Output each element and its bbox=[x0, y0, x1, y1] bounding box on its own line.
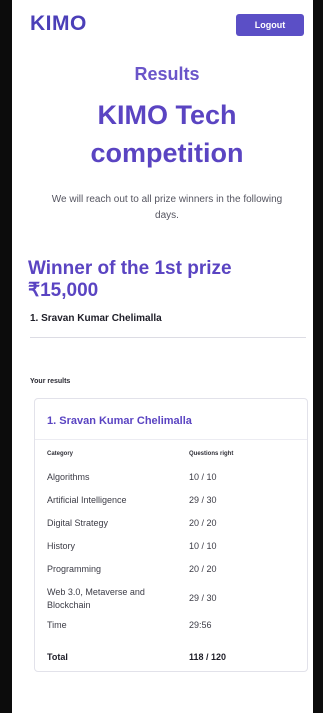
column-header-questions: Questions right bbox=[189, 451, 234, 457]
row-category: Digital Strategy bbox=[47, 518, 109, 528]
card-divider bbox=[35, 439, 307, 440]
row-value: 20 / 20 bbox=[189, 564, 217, 574]
page-title-line-1: KIMO Tech bbox=[97, 100, 237, 130]
prize-amount: ₹15,000 bbox=[28, 280, 99, 301]
row-value: 10 / 10 bbox=[189, 472, 217, 482]
results-card: 1. Sravan Kumar Chelimalla Category Ques… bbox=[34, 398, 308, 672]
row-value: 29 / 30 bbox=[189, 495, 217, 505]
top-bar: KIMO Logout bbox=[30, 10, 304, 38]
row-value: 10 / 10 bbox=[189, 541, 217, 551]
section-divider bbox=[30, 337, 306, 338]
page-content: KIMO Logout Results KIMO Tech competitio… bbox=[22, 0, 312, 713]
prize-heading: Winner of the 1st prize ₹15,000 bbox=[28, 258, 308, 302]
your-results-label: Your results bbox=[30, 378, 71, 385]
row-category: Algorithms bbox=[47, 472, 90, 482]
screen-frame: KIMO Logout Results KIMO Tech competitio… bbox=[0, 0, 323, 713]
row-category: Programming bbox=[47, 564, 102, 574]
total-label: Total bbox=[47, 652, 68, 662]
page-title-line-2: competition bbox=[90, 138, 244, 168]
row-value: 29:56 bbox=[189, 620, 212, 630]
prize-heading-title: Winner of the 1st prize bbox=[28, 258, 232, 279]
row-category: Time bbox=[47, 620, 67, 630]
device-edge-left bbox=[0, 0, 12, 713]
results-label: Results bbox=[134, 64, 200, 84]
device-edge-right bbox=[313, 0, 323, 713]
page-title: KIMO Tech competition bbox=[22, 96, 312, 172]
row-category: Web 3.0, Metaverse and Blockchain bbox=[47, 587, 145, 610]
intro-text: We will reach out to all prize winners i… bbox=[51, 194, 283, 221]
logout-button[interactable]: Logout bbox=[236, 14, 304, 36]
row-category: Artificial Intelligence bbox=[47, 495, 127, 505]
results-card-title: 1. Sravan Kumar Chelimalla bbox=[47, 415, 192, 427]
row-value: 29 / 30 bbox=[189, 593, 217, 603]
row-value: 20 / 20 bbox=[189, 518, 217, 528]
column-header-category: Category bbox=[47, 451, 74, 457]
prize-winner-name: 1. Sravan Kumar Chelimalla bbox=[30, 313, 162, 324]
row-category: History bbox=[47, 541, 76, 551]
kimo-logo[interactable]: KIMO bbox=[30, 12, 87, 36]
total-value: 118 / 120 bbox=[189, 652, 227, 662]
